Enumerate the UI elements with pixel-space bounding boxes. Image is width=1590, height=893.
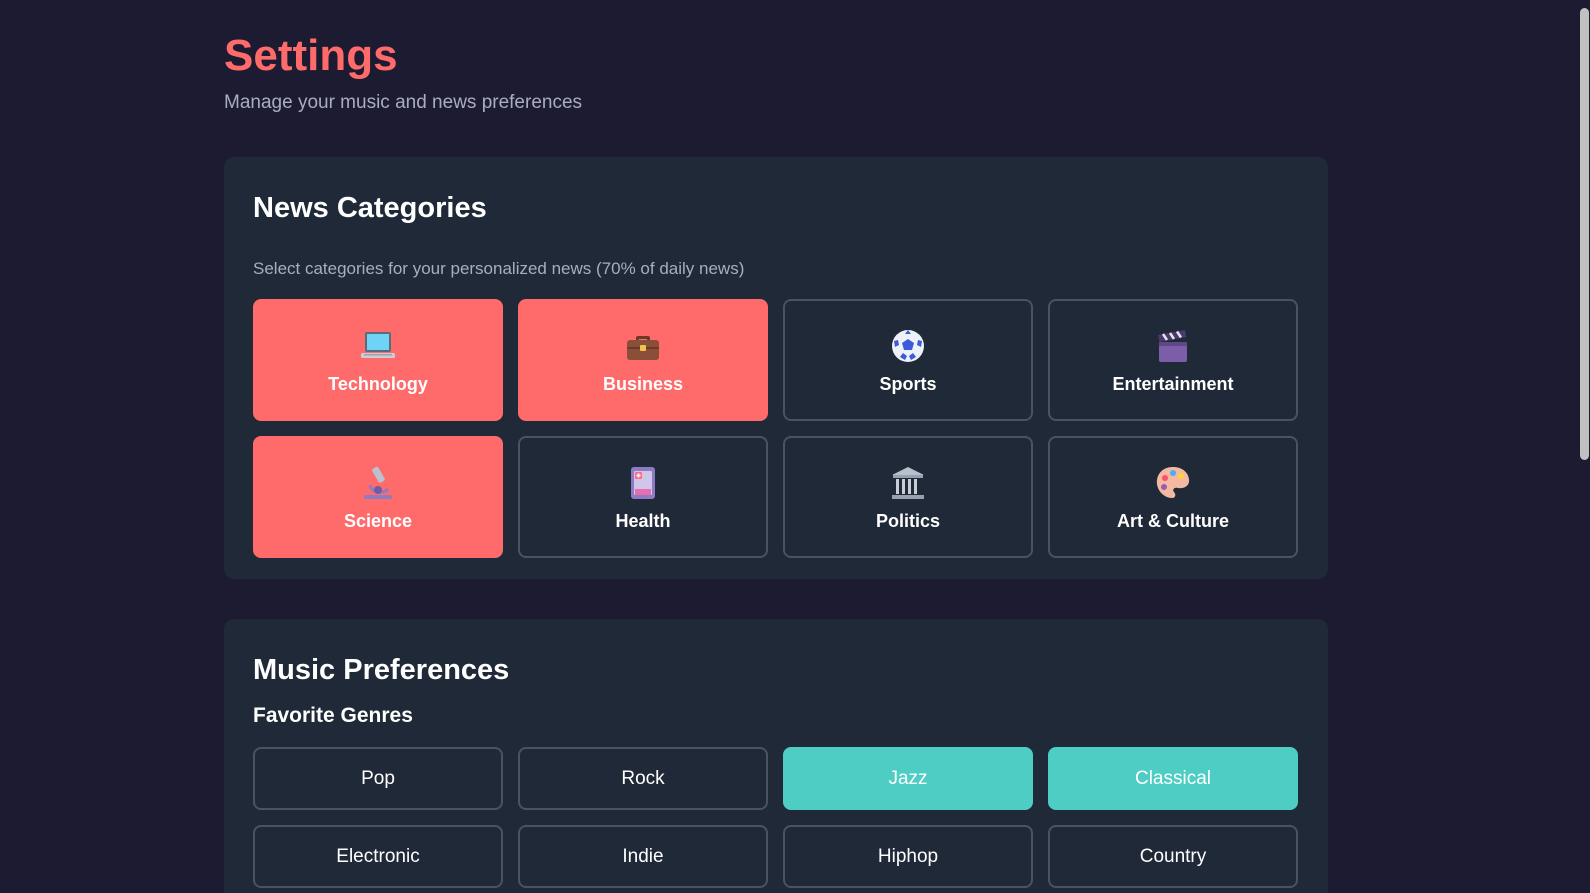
news-categories-card: News Categories Select categories for yo… <box>224 157 1328 579</box>
category-tile-art-culture[interactable]: Art & Culture <box>1048 436 1298 558</box>
category-tile-health[interactable]: Health <box>518 436 768 558</box>
genre-grid: Pop Rock Jazz Classical Electronic Indie… <box>253 747 1299 888</box>
genre-button-country[interactable]: Country <box>1048 825 1298 888</box>
genre-button-indie[interactable]: Indie <box>518 825 768 888</box>
news-categories-description: Select categories for your personalized … <box>253 259 745 278</box>
category-label: Health <box>615 510 671 531</box>
favorite-genres-heading: Favorite Genres <box>253 704 413 727</box>
scrollbar-thumb[interactable] <box>1580 8 1589 460</box>
category-tile-science[interactable]: Science <box>253 436 503 558</box>
category-label: Art & Culture <box>1117 510 1229 531</box>
page-header: Settings Manage your music and news pref… <box>224 28 582 114</box>
laptop-icon <box>361 331 395 358</box>
page-title: Settings <box>224 31 398 80</box>
genre-button-pop[interactable]: Pop <box>253 747 503 810</box>
page-subtitle: Manage your music and news preferences <box>224 92 583 113</box>
category-tile-politics[interactable]: Politics <box>783 436 1033 558</box>
category-tile-entertainment[interactable]: Entertainment <box>1048 299 1298 421</box>
news-categories-title: News Categories <box>253 192 487 224</box>
category-label: Science <box>343 510 413 531</box>
category-label: Sports <box>879 373 937 394</box>
music-preferences-card: Music Preferences Favorite Genres Pop Ro… <box>224 619 1328 893</box>
category-tile-business[interactable]: Business <box>518 299 768 421</box>
category-tile-technology[interactable]: Technology <box>253 299 503 421</box>
category-tile-sports[interactable]: Sports <box>783 299 1033 421</box>
news-category-grid: Technology Business Sports Entertainment… <box>253 299 1299 558</box>
genre-button-rock[interactable]: Rock <box>518 747 768 810</box>
briefcase-icon <box>627 335 659 360</box>
microscope-icon <box>364 466 392 499</box>
music-preferences-title: Music Preferences <box>253 654 510 686</box>
page-scrollbar[interactable] <box>1576 0 1590 893</box>
genre-button-electronic[interactable]: Electronic <box>253 825 503 888</box>
category-label: Entertainment <box>1112 373 1234 394</box>
genre-button-jazz[interactable]: Jazz <box>783 747 1033 810</box>
government-building-icon <box>892 466 924 499</box>
category-label: Technology <box>328 373 428 394</box>
genre-button-hiphop[interactable]: Hiphop <box>783 825 1033 888</box>
genre-button-classical[interactable]: Classical <box>1048 747 1298 810</box>
soccer-ball-icon <box>892 329 924 362</box>
settings-page: Settings Manage your music and news pref… <box>0 0 1590 893</box>
artist-palette-icon <box>1156 466 1190 498</box>
medical-clipboard-icon <box>631 466 655 499</box>
category-label: Business <box>602 373 684 394</box>
clapperboard-icon <box>1158 329 1187 362</box>
category-label: Politics <box>875 510 941 531</box>
